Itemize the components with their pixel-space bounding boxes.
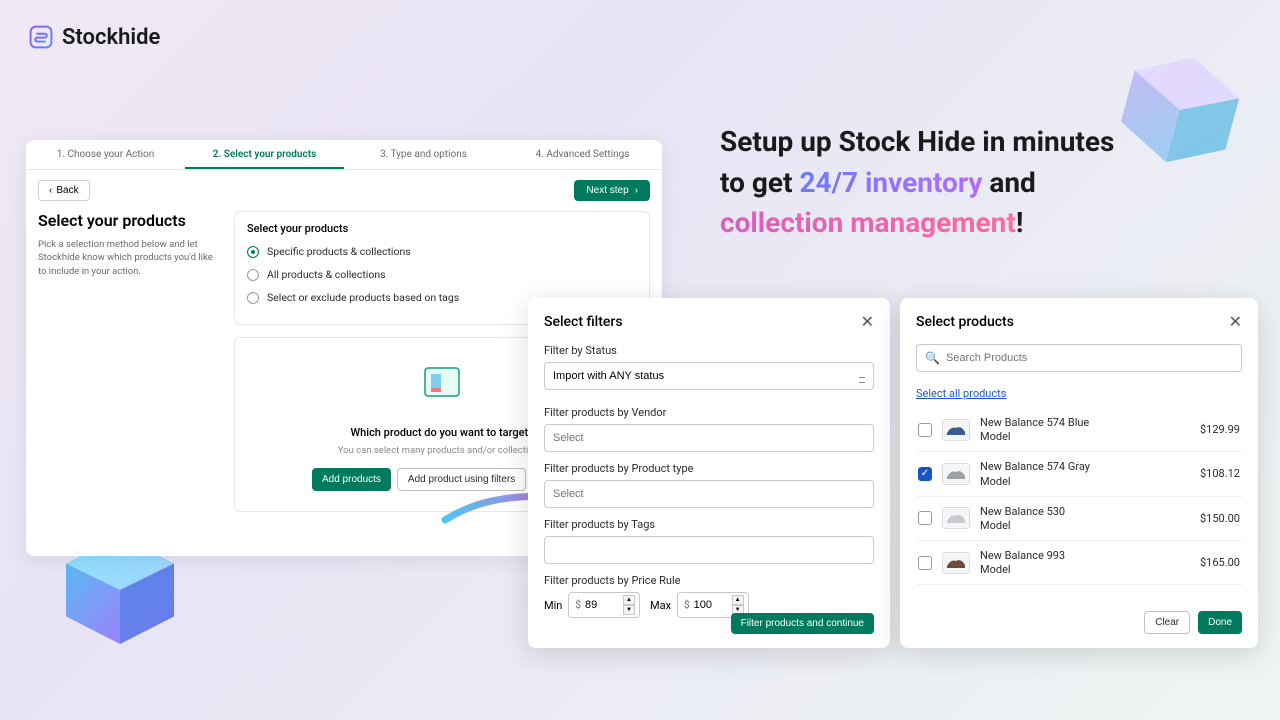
add-products-filters-button[interactable]: Add product using filters — [397, 468, 526, 491]
max-label: Max — [650, 599, 671, 612]
step-tab-3[interactable]: 3. Type and options — [344, 140, 503, 169]
add-products-button[interactable]: Add products — [312, 468, 391, 491]
price: $150.00 — [1200, 512, 1240, 525]
min-label: Min — [544, 599, 562, 612]
radio-icon — [247, 269, 259, 281]
product-list: New Balance 574 BlueModel $129.99 ✓ New … — [916, 408, 1242, 585]
select-all-link[interactable]: Select all products — [916, 387, 1006, 400]
min-price-input[interactable]: $ ▲▼ — [568, 592, 640, 618]
list-item[interactable]: ✓ New Balance 574 GrayModel $108.12 — [916, 452, 1242, 496]
logo-icon — [28, 24, 54, 50]
stepper-down[interactable]: ▼ — [623, 605, 635, 615]
step-tab-2[interactable]: 2. Select your products — [185, 140, 344, 169]
close-icon: ✕ — [1229, 314, 1242, 331]
vendor-label: Filter products by Vendor — [544, 406, 874, 419]
next-step-button[interactable]: Next step› — [574, 180, 650, 201]
search-input[interactable]: 🔍 — [916, 344, 1242, 372]
product-thumb — [942, 552, 970, 574]
panel-title: Select filters — [544, 314, 623, 330]
close-icon: ✕ — [861, 314, 874, 331]
page-desc: Pick a selection method below and let St… — [38, 238, 218, 278]
search-icon: 🔍 — [925, 351, 940, 365]
marketing-headline: Setup up Stock Hide in minutes to get 24… — [720, 122, 1180, 244]
product-thumb — [942, 507, 970, 529]
radio-specific[interactable]: Specific products & collections — [247, 245, 637, 258]
close-button[interactable]: ✕ — [861, 312, 874, 332]
card-title: Select your products — [247, 222, 637, 235]
currency-icon: $ — [575, 600, 581, 611]
product-thumb — [942, 463, 970, 485]
done-button[interactable]: Done — [1198, 611, 1242, 634]
product-type-select[interactable] — [544, 480, 874, 508]
tags-input[interactable] — [544, 536, 874, 564]
radio-all[interactable]: All products & collections — [247, 268, 637, 281]
checkbox[interactable] — [918, 423, 932, 437]
brand-logo: Stockhide — [28, 24, 160, 50]
status-label: Filter by Status — [544, 344, 874, 357]
stepper-up[interactable]: ▲ — [732, 595, 744, 605]
back-button[interactable]: ‹Back — [38, 180, 90, 201]
products-panel: Select products ✕ 🔍 Select all products … — [900, 298, 1258, 648]
chevron-right-icon: › — [635, 185, 638, 196]
brand-name: Stockhide — [62, 25, 160, 50]
checkbox[interactable] — [918, 511, 932, 525]
status-select[interactable]: Import with ANY status — [544, 362, 874, 390]
price: $129.99 — [1200, 423, 1240, 436]
product-thumb — [942, 419, 970, 441]
radio-icon — [247, 292, 259, 304]
tags-label: Filter products by Tags — [544, 518, 874, 531]
price-label: Filter products by Price Rule — [544, 574, 874, 587]
radio-icon — [247, 246, 259, 258]
checkbox[interactable]: ✓ — [918, 467, 932, 481]
vendor-select[interactable] — [544, 424, 874, 452]
step-tab-4[interactable]: 4. Advanced Settings — [503, 140, 662, 169]
clear-button[interactable]: Clear — [1144, 611, 1190, 634]
product-type-label: Filter products by Product type — [544, 462, 874, 475]
currency-icon: $ — [684, 600, 690, 611]
stepper-up[interactable]: ▲ — [623, 595, 635, 605]
list-item[interactable]: New Balance 993Model $165.00 — [916, 541, 1242, 585]
price: $108.12 — [1200, 467, 1240, 480]
list-item[interactable]: New Balance 530Model $150.00 — [916, 497, 1242, 541]
empty-state-icon — [417, 358, 467, 408]
list-item[interactable]: New Balance 574 BlueModel $129.99 — [916, 408, 1242, 452]
step-tabs: 1. Choose your Action 2. Select your pro… — [26, 140, 662, 170]
panel-title: Select products — [916, 314, 1014, 330]
price: $165.00 — [1200, 556, 1240, 569]
step-tab-1[interactable]: 1. Choose your Action — [26, 140, 185, 169]
filter-continue-button[interactable]: Filter products and continue — [731, 613, 874, 634]
chevron-left-icon: ‹ — [49, 185, 52, 196]
close-button[interactable]: ✕ — [1229, 312, 1242, 332]
page-title: Select your products — [38, 211, 218, 230]
checkbox[interactable] — [918, 556, 932, 570]
filters-panel: Select filters ✕ Filter by Status Import… — [528, 298, 890, 648]
